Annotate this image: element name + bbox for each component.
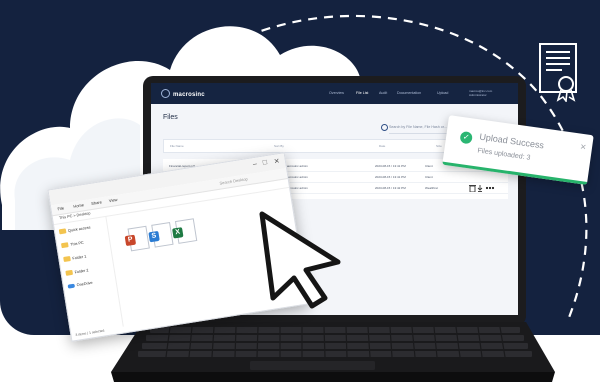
ribbon-view[interactable]: View bbox=[109, 197, 118, 203]
sidebar-item-onedrive[interactable]: OneDrive bbox=[67, 280, 93, 289]
folder-icon bbox=[63, 255, 71, 263]
folder-icon bbox=[65, 269, 74, 276]
toast-title: Upload Success bbox=[478, 131, 545, 151]
minimize-icon[interactable]: – bbox=[253, 161, 258, 169]
file-badge: S bbox=[148, 230, 160, 243]
excel-file-icon[interactable]: X bbox=[172, 218, 198, 244]
close-icon[interactable]: × bbox=[579, 142, 586, 154]
sidebar-item-folder-1[interactable]: Folder 1 bbox=[63, 254, 87, 263]
sidebar-label: Folder 2 bbox=[74, 268, 89, 275]
sway-file-icon[interactable]: S bbox=[148, 221, 174, 248]
check-icon: ✓ bbox=[459, 130, 473, 145]
onedrive-icon bbox=[67, 283, 76, 289]
ribbon-file[interactable]: File bbox=[57, 205, 64, 211]
folder-icon bbox=[60, 242, 69, 249]
ribbon-share[interactable]: Share bbox=[91, 199, 102, 206]
folder-icon bbox=[58, 228, 67, 235]
sidebar-label: This PC bbox=[70, 240, 84, 247]
sidebar-label: Quick access bbox=[67, 225, 91, 233]
sidebar-item-quick-access[interactable]: Quick access bbox=[58, 224, 91, 235]
powerpoint-file-icon[interactable]: P bbox=[124, 225, 150, 252]
file-badge: P bbox=[124, 234, 137, 247]
sidebar-item-this-pc[interactable]: This PC bbox=[60, 240, 84, 249]
sidebar-label: Folder 1 bbox=[72, 254, 87, 261]
sidebar-item-folder-2[interactable]: Folder 2 bbox=[65, 267, 89, 276]
hero-illustration: macrosinc Overview File List Audit Docum… bbox=[0, 0, 600, 392]
close-window-icon[interactable]: ✕ bbox=[273, 157, 280, 166]
file-badge: X bbox=[172, 227, 184, 239]
ribbon-home[interactable]: Home bbox=[73, 202, 84, 209]
sidebar-label: OneDrive bbox=[76, 280, 93, 288]
maximize-icon[interactable]: □ bbox=[262, 159, 267, 167]
toast-message: Files uploaded: 3 bbox=[476, 147, 531, 162]
